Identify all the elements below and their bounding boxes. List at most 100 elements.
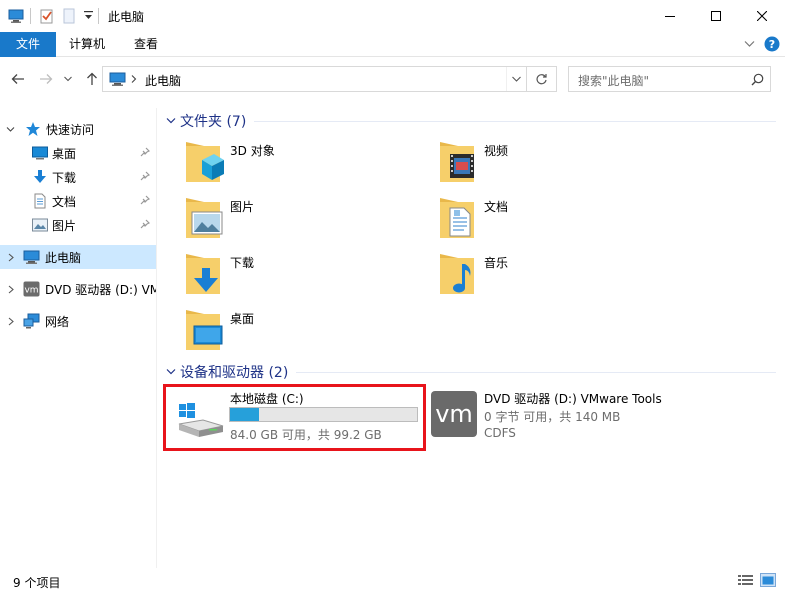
folder-3d-objects[interactable]: 3D 对象: [160, 140, 400, 192]
up-button[interactable]: [82, 68, 102, 90]
videos-folder-icon: [434, 140, 478, 186]
help-icon[interactable]: ?: [764, 36, 780, 52]
navigation-pane: 快速访问 桌面 下载 文档 图片 此电脑 vm DVD 驱动器 (D:) V 网…: [0, 108, 157, 568]
divider: [296, 371, 776, 373]
window-title: 此电脑: [108, 10, 145, 24]
svg-text:vm: vm: [435, 400, 473, 428]
drive-name: DVD 驱动器 (D:) VMware Tools: [484, 392, 662, 406]
ribbon-tabs: 文件 计算机 查看 ?: [0, 32, 785, 57]
folder-label: 音乐: [484, 256, 509, 270]
details-view-icon[interactable]: [738, 574, 754, 587]
document-icon: [32, 193, 48, 209]
nav-label: 桌面: [52, 146, 77, 161]
chevron-right-icon[interactable]: [7, 253, 15, 262]
nav-item-documents[interactable]: 文档: [0, 189, 156, 213]
nav-item-pictures[interactable]: 图片: [0, 213, 156, 237]
chevron-down-icon[interactable]: [166, 117, 176, 125]
pin-icon[interactable]: [140, 219, 150, 229]
divider: [30, 8, 31, 24]
tab-view[interactable]: 查看: [122, 32, 170, 57]
divider: [254, 120, 776, 122]
folder-documents[interactable]: 文档: [414, 196, 654, 248]
breadcrumb-chevron-icon[interactable]: [131, 75, 137, 83]
nav-label: DVD 驱动器 (D:) VMware Tools: [45, 282, 156, 297]
chevron-right-icon[interactable]: [7, 317, 15, 326]
breadcrumb-this-pc[interactable]: 此电脑: [145, 72, 181, 89]
folder-label: 桌面: [230, 312, 255, 326]
minimize-button[interactable]: [647, 0, 693, 32]
title-bar: 此电脑: [0, 0, 785, 32]
pin-icon[interactable]: [140, 147, 150, 157]
drive-dvd-d[interactable]: vm DVD 驱动器 (D:) VMware Tools 0 字节 可用，共 1…: [430, 390, 690, 450]
new-folder-icon[interactable]: [61, 8, 77, 24]
forward-button[interactable]: [36, 68, 56, 90]
this-pc-icon[interactable]: [8, 8, 24, 24]
pictures-folder-icon: [180, 196, 224, 242]
maximize-button[interactable]: [693, 0, 739, 32]
music-folder-icon: [434, 252, 478, 298]
chevron-right-icon[interactable]: [7, 285, 15, 294]
nav-label: 图片: [52, 218, 77, 233]
folder-music[interactable]: 音乐: [414, 252, 654, 304]
nav-item-desktop[interactable]: 桌面: [0, 141, 156, 165]
download-icon: [32, 169, 48, 185]
folder-label: 图片: [230, 200, 255, 214]
content-pane: 文件夹 (7) 3D 对象 视频 图片 文档 下载 音乐 桌面 设备和驱动器 (…: [160, 108, 785, 568]
item-count: 9 个项目: [13, 576, 61, 590]
recent-locations-button[interactable]: [61, 68, 75, 90]
folder-pictures[interactable]: 图片: [160, 196, 400, 248]
desktop-folder-icon: [180, 308, 224, 354]
vmware-icon: vm: [430, 390, 478, 438]
highlight-box: [163, 384, 426, 451]
nav-item-downloads[interactable]: 下载: [0, 165, 156, 189]
address-bar[interactable]: 此电脑: [102, 66, 527, 92]
expand-ribbon-icon[interactable]: [744, 40, 755, 48]
pin-icon[interactable]: [140, 195, 150, 205]
folder-desktop[interactable]: 桌面: [160, 308, 400, 360]
nav-network[interactable]: 网络: [0, 309, 156, 333]
svg-text:vm: vm: [24, 286, 38, 296]
folder-videos[interactable]: 视频: [414, 140, 654, 192]
picture-icon: [32, 218, 48, 232]
folder-label: 文档: [484, 200, 509, 214]
large-icons-view-icon[interactable]: [760, 573, 776, 587]
group-title: 文件夹 (7): [180, 114, 247, 130]
tab-file[interactable]: 文件: [0, 32, 56, 57]
nav-label: 快速访问: [46, 122, 95, 137]
this-pc-icon: [109, 71, 126, 87]
properties-icon[interactable]: [39, 8, 55, 24]
nav-label: 文档: [52, 194, 77, 209]
star-icon: [25, 121, 41, 137]
nav-quick-access[interactable]: 快速访问: [0, 117, 156, 141]
drive-free-space: 0 字节 可用，共 140 MB: [484, 410, 621, 424]
group-title: 设备和驱动器 (2): [180, 365, 289, 381]
search-placeholder: 搜索"此电脑": [578, 74, 650, 88]
chevron-down-icon[interactable]: [6, 125, 15, 134]
back-button[interactable]: [8, 68, 28, 90]
refresh-button[interactable]: [527, 66, 557, 92]
vmware-icon: vm: [23, 281, 40, 297]
address-history-dropdown[interactable]: [506, 67, 526, 91]
nav-dvd-drive[interactable]: vm DVD 驱动器 (D:) VMware Tools: [0, 277, 156, 301]
chevron-down-icon[interactable]: [166, 368, 176, 376]
folder-label: 视频: [484, 144, 509, 158]
nav-label: 网络: [45, 314, 70, 329]
group-header-drives[interactable]: 设备和驱动器 (2): [160, 360, 780, 384]
drive-filesystem: CDFS: [484, 426, 516, 440]
search-icon[interactable]: [751, 73, 764, 86]
folder-downloads[interactable]: 下载: [160, 252, 400, 304]
pin-icon[interactable]: [140, 171, 150, 181]
svg-text:?: ?: [769, 38, 775, 51]
close-button[interactable]: [739, 0, 785, 32]
this-pc-icon: [23, 250, 40, 265]
group-header-folders[interactable]: 文件夹 (7): [160, 109, 780, 133]
tab-computer[interactable]: 计算机: [57, 32, 117, 57]
nav-label: 下载: [52, 170, 77, 185]
desktop-icon: [32, 146, 48, 160]
status-bar: 9 个项目: [0, 568, 785, 593]
customize-quick-access-icon[interactable]: [84, 11, 93, 21]
search-box[interactable]: 搜索"此电脑": [568, 66, 771, 92]
downloads-folder-icon: [180, 252, 224, 298]
nav-this-pc[interactable]: 此电脑: [0, 245, 156, 269]
documents-folder-icon: [434, 196, 478, 242]
